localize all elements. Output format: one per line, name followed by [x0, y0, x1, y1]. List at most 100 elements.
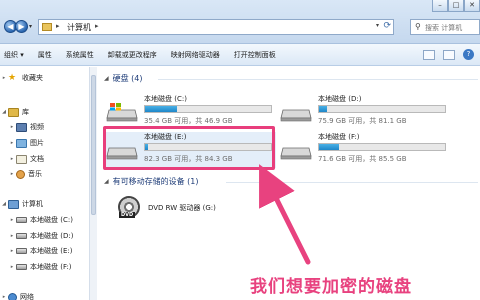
expand-icon[interactable]: ▸	[8, 124, 16, 130]
sidebar-item-drive-e[interactable]: ▸ 本地磁盘 (E:)	[8, 244, 73, 258]
drive-tile-c[interactable]: 本地磁盘 (C:) 35.4 GB 可用，共 46.9 GB	[106, 94, 276, 130]
sidebar-item-videos[interactable]: ▸ 视频	[8, 120, 44, 134]
uninstall-program-button[interactable]: 卸载或更改程序	[101, 50, 164, 60]
minimize-button[interactable]: –	[432, 0, 448, 12]
sidebar-item-drive-d[interactable]: ▸ 本地磁盘 (D:)	[8, 229, 74, 243]
help-icon[interactable]: ?	[463, 49, 474, 60]
drive-icon	[16, 264, 27, 270]
search-placeholder: 搜索 计算机	[425, 24, 463, 32]
expand-icon[interactable]: ▸	[0, 75, 8, 81]
drive-icon	[16, 233, 27, 239]
drive-usage-fill	[319, 106, 327, 112]
document-icon	[16, 154, 27, 164]
drive-icon	[16, 217, 27, 223]
annotation-caption: 我们想要加密的磁盘	[250, 277, 412, 297]
scrollbar-thumb[interactable]	[91, 75, 96, 215]
sidebar-item-label: 音乐	[28, 170, 42, 178]
recent-pages-dropdown-icon[interactable]: ▾	[29, 23, 32, 30]
sidebar-item-favorites[interactable]: ▸ ★ 收藏夹	[0, 71, 43, 85]
sidebar-item-label: 本地磁盘 (E:)	[30, 247, 73, 255]
organize-menu[interactable]: 组织 ▾	[0, 50, 31, 60]
sidebar-item-label: 文档	[30, 155, 44, 163]
expand-icon[interactable]: ▸	[0, 294, 8, 300]
collapse-icon[interactable]: ◢	[104, 75, 109, 82]
computer-icon	[8, 199, 19, 209]
sidebar-item-computer[interactable]: ◢ 计算机	[0, 197, 43, 211]
view-options-icon[interactable]	[423, 49, 435, 60]
group-header-removable-storage[interactable]: ◢ 有可移动存储的设备 (1)	[104, 176, 199, 187]
hard-drive-icon	[280, 109, 312, 122]
close-button[interactable]: ✕	[464, 0, 480, 12]
search-input[interactable]: ⚲ 搜索 计算机	[410, 19, 480, 35]
drive-name: 本地磁盘 (C:)	[144, 95, 187, 103]
sidebar-item-label: 收藏夹	[22, 74, 43, 82]
collapse-icon[interactable]: ◢	[104, 178, 109, 185]
breadcrumb-separator-icon[interactable]: ▸	[56, 22, 60, 30]
navigation-pane: ▸ ★ 收藏夹 ◢ 库 ▸ 视频 ▸ 图片 ▸ 文档 ▸ 音乐 ◢ 计算机 ▸ …	[0, 67, 89, 300]
system-properties-button[interactable]: 系统属性	[59, 50, 101, 60]
expand-icon[interactable]: ▸	[8, 248, 16, 254]
expand-icon[interactable]: ◢	[0, 201, 8, 207]
back-arrow-icon: ◀	[7, 22, 14, 31]
network-icon	[8, 292, 17, 300]
sidebar-scrollbar[interactable]	[89, 67, 97, 300]
address-field[interactable]: ▸ 计算机 ▸ ▾ ⟳	[38, 19, 394, 35]
open-control-panel-button[interactable]: 打开控制面板	[227, 50, 283, 60]
windows-drive-icon	[106, 103, 138, 122]
highlight-box	[103, 126, 275, 170]
breadcrumb-computer[interactable]: 计算机	[67, 22, 91, 33]
drive-free-space: 35.4 GB 可用，共 46.9 GB	[144, 117, 233, 125]
drive-name: 本地磁盘 (D:)	[318, 95, 362, 103]
drive-name: DVD RW 驱动器 (G:)	[148, 204, 216, 212]
expand-icon[interactable]: ▸	[8, 233, 16, 239]
group-divider	[226, 182, 478, 183]
content-pane: ◢ 硬盘 (4) 本地磁盘 (C:) 35.4 GB 可用，共 46.9 GB …	[98, 67, 480, 300]
search-icon: ⚲	[415, 22, 421, 31]
drive-usage-bar	[318, 143, 446, 151]
command-bar: 组织 ▾ 属性 系统属性 卸载或更改程序 映射网络驱动器 打开控制面板 ?	[0, 44, 480, 66]
expand-icon[interactable]: ▸	[8, 171, 16, 177]
picture-icon	[16, 138, 27, 148]
dvd-logo: DVD	[119, 212, 136, 218]
computer-folder-icon	[42, 23, 52, 31]
hard-drive-icon	[280, 147, 312, 160]
address-bar-area: ◀ ▶ ▾ ▸ 计算机 ▸ ▾ ⟳ ⚲ 搜索 计算机 – □ ✕	[0, 0, 480, 44]
drive-usage-bar	[318, 105, 446, 113]
drive-tile-d[interactable]: 本地磁盘 (D:) 75.9 GB 可用，共 81.1 GB	[280, 94, 450, 130]
group-header-hard-disks[interactable]: ◢ 硬盘 (4)	[104, 73, 143, 84]
library-icon	[8, 107, 19, 117]
sidebar-item-label: 库	[22, 108, 29, 116]
sidebar-item-documents[interactable]: ▸ 文档	[8, 152, 44, 166]
sidebar-item-label: 视频	[30, 123, 44, 131]
drive-icon	[16, 248, 27, 254]
music-icon	[16, 169, 25, 179]
sidebar-item-libraries[interactable]: ◢ 库	[0, 105, 29, 119]
expand-icon[interactable]: ▸	[8, 156, 16, 162]
expand-icon[interactable]: ▸	[8, 217, 16, 223]
properties-button[interactable]: 属性	[31, 50, 59, 60]
sidebar-item-drive-c[interactable]: ▸ 本地磁盘 (C:)	[8, 213, 73, 227]
breadcrumb-separator-icon[interactable]: ▸	[95, 22, 99, 30]
expand-icon[interactable]: ▸	[8, 264, 16, 270]
preview-pane-icon[interactable]	[443, 49, 455, 60]
drive-usage-bar	[144, 105, 272, 113]
sidebar-item-music[interactable]: ▸ 音乐	[8, 167, 42, 181]
forward-button[interactable]: ▶	[15, 20, 28, 33]
sidebar-item-drive-f[interactable]: ▸ 本地磁盘 (F:)	[8, 260, 72, 274]
group-divider	[158, 79, 478, 80]
sidebar-item-label: 图片	[30, 139, 44, 147]
address-dropdown-icon[interactable]: ▾	[376, 22, 379, 29]
expand-icon[interactable]: ▸	[8, 140, 16, 146]
video-icon	[16, 122, 27, 132]
map-network-drive-button[interactable]: 映射网络驱动器	[164, 50, 227, 60]
forward-arrow-icon: ▶	[18, 22, 25, 31]
group-title: 硬盘 (4)	[112, 74, 143, 83]
drive-tile-f[interactable]: 本地磁盘 (F:) 71.6 GB 可用，共 85.5 GB	[280, 132, 450, 168]
maximize-button[interactable]: □	[448, 0, 464, 12]
refresh-icon[interactable]: ⟳	[383, 21, 391, 31]
expand-icon[interactable]: ◢	[0, 109, 8, 115]
drive-usage-fill	[145, 106, 177, 112]
sidebar-item-pictures[interactable]: ▸ 图片	[8, 136, 44, 150]
dvd-drive-tile[interactable]: DVD DVD RW 驱动器 (G:)	[118, 194, 278, 224]
sidebar-item-network[interactable]: ▸ 网络	[0, 290, 34, 300]
